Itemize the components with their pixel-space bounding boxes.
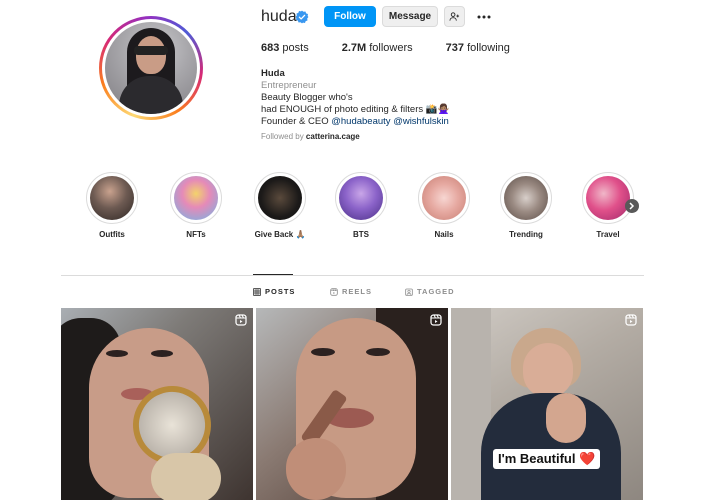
highlight-bts[interactable]: BTS xyxy=(331,172,391,239)
tab-tagged-label: TAGGED xyxy=(417,287,455,296)
avatar-photo xyxy=(105,22,197,114)
highlight-nfts[interactable]: NFTs xyxy=(166,172,226,239)
highlight-outfits[interactable]: Outfits xyxy=(82,172,142,239)
highlight-cover-image xyxy=(258,176,302,220)
bio-line-1: Beauty Blogger who's xyxy=(261,92,353,103)
followers-count: 2.7M xyxy=(341,42,367,54)
tab-reels-label: REELS xyxy=(342,287,373,296)
posts-label: posts xyxy=(282,42,309,54)
avatar-sunglasses xyxy=(134,46,168,55)
reel-icon xyxy=(430,314,442,326)
reels-icon xyxy=(330,287,338,296)
highlight-cover-ring xyxy=(335,172,387,224)
post-eye-shape xyxy=(311,348,335,356)
highlight-cover-image xyxy=(90,176,134,220)
verified-badge-icon xyxy=(295,10,309,24)
profile-bio: Huda Entrepreneur Beauty Blogger who's h… xyxy=(261,68,449,128)
following-label: following xyxy=(467,42,510,54)
bio-category: Entrepreneur xyxy=(261,80,317,91)
avatar-inner xyxy=(102,19,200,117)
bio-founder-text: Founder & CEO xyxy=(261,116,329,127)
post-caption-overlay: I'm Beautiful ❤️ xyxy=(493,449,601,469)
grid-icon xyxy=(253,287,261,296)
highlight-cover-ring xyxy=(500,172,552,224)
post-eye-shape xyxy=(106,350,128,357)
highlight-cover-ring xyxy=(418,172,470,224)
profile-username: huda xyxy=(261,8,297,25)
more-options-icon xyxy=(477,15,491,18)
highlight-cover-image xyxy=(586,176,630,220)
bio-tag-wishfulskin[interactable]: @wishfulskin xyxy=(393,116,449,127)
followers-label: followers xyxy=(369,42,413,54)
suggested-accounts-button[interactable] xyxy=(444,6,465,27)
bio-line-2: had ENOUGH of photo editing & filters 📸🙅… xyxy=(261,104,450,115)
highlight-label: BTS xyxy=(353,230,369,239)
highlight-label: Trending xyxy=(509,230,543,239)
highlight-cover-ring xyxy=(582,172,634,224)
followed-by-user: catterina.cage xyxy=(305,132,360,141)
posts-count: 683 xyxy=(261,42,280,54)
tab-reels[interactable]: REELS xyxy=(330,287,372,296)
post-eye-shape xyxy=(366,348,390,356)
highlight-trending[interactable]: Trending xyxy=(496,172,556,239)
highlight-label: Outfits xyxy=(99,230,125,239)
post-thumbnail[interactable] xyxy=(61,308,253,500)
highlights-next-button[interactable] xyxy=(625,199,639,213)
highlight-nails[interactable]: Nails xyxy=(414,172,474,239)
highlight-label: NFTs xyxy=(186,230,206,239)
highlight-label: Travel xyxy=(596,230,620,239)
bio-name: Huda xyxy=(261,68,285,79)
followed-by[interactable]: Followed by catterina.cage xyxy=(261,132,360,141)
post-powder-shape xyxy=(151,453,221,500)
avatar-face xyxy=(136,36,166,74)
post-hand-shape xyxy=(286,438,346,500)
following-count: 737 xyxy=(445,42,465,54)
following-stat[interactable]: 737 following xyxy=(446,42,510,54)
highlight-cover-image xyxy=(174,176,218,220)
post-eye-shape xyxy=(151,350,173,357)
tab-posts-label: POSTS xyxy=(265,287,296,296)
highlight-cover-image xyxy=(504,176,548,220)
bio-tag-hudabeauty[interactable]: @hudabeauty xyxy=(331,116,390,127)
more-options-button[interactable] xyxy=(474,6,494,27)
tab-tagged[interactable]: TAGGED xyxy=(405,287,455,296)
highlight-cover-image xyxy=(339,176,383,220)
highlight-cover-ring xyxy=(170,172,222,224)
followed-by-prefix: Followed by xyxy=(261,132,304,141)
add-person-icon xyxy=(449,12,460,21)
highlight-label: Give Back 🙏🏽 xyxy=(254,230,306,239)
posts-count-stat: 683 posts xyxy=(261,42,309,54)
reel-icon xyxy=(235,314,247,326)
followers-stat[interactable]: 2.7M followers xyxy=(342,42,413,54)
bio-line-3: Founder & CEO @hudabeauty @wishfulskin xyxy=(261,116,449,128)
post-hand-shape xyxy=(546,393,586,443)
profile-avatar[interactable] xyxy=(99,16,203,120)
tabs-divider xyxy=(61,275,644,276)
post-thumbnail[interactable] xyxy=(256,308,448,500)
highlight-cover-ring xyxy=(86,172,138,224)
message-button[interactable]: Message xyxy=(382,6,438,27)
post-face-shape xyxy=(523,343,573,398)
highlight-cover-ring xyxy=(254,172,306,224)
active-tab-indicator xyxy=(253,274,293,275)
reel-icon xyxy=(625,314,637,326)
post-thumbnail[interactable] xyxy=(451,308,643,500)
tagged-icon xyxy=(405,288,413,296)
highlight-give-back[interactable]: Give Back 🙏🏽 xyxy=(250,172,310,239)
follow-button[interactable]: Follow xyxy=(324,6,376,27)
chevron-right-icon xyxy=(629,202,635,210)
highlight-cover-image xyxy=(422,176,466,220)
profile-stats: 683 posts 2.7M followers 737 following xyxy=(261,42,543,54)
highlight-label: Nails xyxy=(434,230,454,239)
tab-posts[interactable]: POSTS xyxy=(253,287,295,296)
